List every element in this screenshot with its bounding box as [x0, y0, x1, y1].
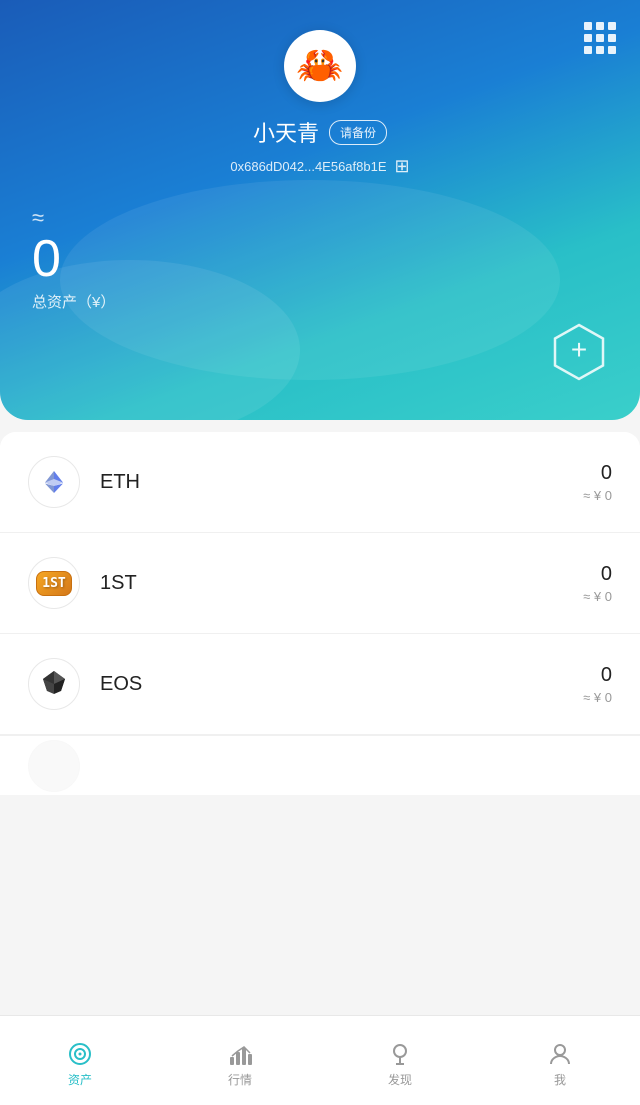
- eos-balance: 0 ≈ ¥ 0: [583, 664, 612, 705]
- nav-item-assets[interactable]: 资产: [0, 1033, 160, 1088]
- bottom-navigation: 资产 行情 发现 我: [0, 1015, 640, 1105]
- nav-label-assets: 资产: [68, 1071, 92, 1088]
- eos-amount: 0: [583, 664, 612, 687]
- header-section: 🦀 小天青 请备份 0x686dD042...4E56af8b1E ⊞ ≈ 0 …: [0, 0, 640, 420]
- balance-label: 总资产（¥）: [32, 291, 608, 312]
- eth-logo: [28, 456, 80, 508]
- eth-amount: 0: [583, 462, 612, 485]
- avatar[interactable]: 🦀: [284, 30, 356, 102]
- partial-token-logo: [28, 740, 80, 792]
- 1st-amount: 0: [583, 563, 612, 586]
- add-asset-button[interactable]: +: [550, 323, 608, 386]
- token-list: ETH 0 ≈ ¥ 0 1ST 1ST 0 ≈ ¥ 0: [0, 432, 640, 795]
- nav-label-market: 行情: [228, 1071, 252, 1088]
- eos-logo: [28, 658, 80, 710]
- token-item-1st[interactable]: 1ST 1ST 0 ≈ ¥ 0: [0, 533, 640, 634]
- eth-symbol: ETH: [100, 471, 583, 494]
- nav-label-me: 我: [554, 1071, 566, 1088]
- token-item-eth[interactable]: ETH 0 ≈ ¥ 0: [0, 432, 640, 533]
- qr-code-icon[interactable]: ⊞: [395, 156, 410, 177]
- user-info-row: 小天青 请备份: [0, 116, 640, 148]
- backup-button[interactable]: 请备份: [329, 120, 387, 145]
- grid-menu-icon[interactable]: [584, 22, 616, 54]
- wallet-address[interactable]: 0x686dD042...4E56af8b1E: [230, 159, 386, 174]
- 1st-cny: ≈ ¥ 0: [583, 589, 612, 604]
- 1st-symbol: 1ST: [100, 572, 583, 595]
- eth-cny: ≈ ¥ 0: [583, 488, 612, 503]
- eos-cny: ≈ ¥ 0: [583, 690, 612, 705]
- username-label: 小天青: [253, 116, 319, 148]
- 1st-balance: 0 ≈ ¥ 0: [583, 563, 612, 604]
- balance-section: ≈ 0 总资产（¥）: [0, 177, 640, 312]
- avatar-wrapper: 🦀: [0, 0, 640, 102]
- nav-item-market[interactable]: 行情: [160, 1033, 320, 1088]
- eth-balance: 0 ≈ ¥ 0: [583, 462, 612, 503]
- total-balance: 0: [32, 233, 608, 285]
- approx-symbol: ≈: [32, 205, 44, 230]
- nav-label-discover: 发现: [388, 1071, 412, 1088]
- assets-icon: [67, 1041, 93, 1067]
- market-icon: [227, 1041, 253, 1067]
- discover-icon: [387, 1041, 413, 1067]
- svg-text:+: +: [571, 334, 587, 365]
- me-icon: [547, 1041, 573, 1067]
- token-item-eos[interactable]: EOS 0 ≈ ¥ 0: [0, 634, 640, 735]
- nav-item-me[interactable]: 我: [480, 1033, 640, 1088]
- nav-item-discover[interactable]: 发现: [320, 1033, 480, 1088]
- address-row: 0x686dD042...4E56af8b1E ⊞: [0, 156, 640, 177]
- token-item-partial[interactable]: [0, 735, 640, 795]
- 1st-logo: 1ST: [28, 557, 80, 609]
- eos-symbol: EOS: [100, 673, 583, 696]
